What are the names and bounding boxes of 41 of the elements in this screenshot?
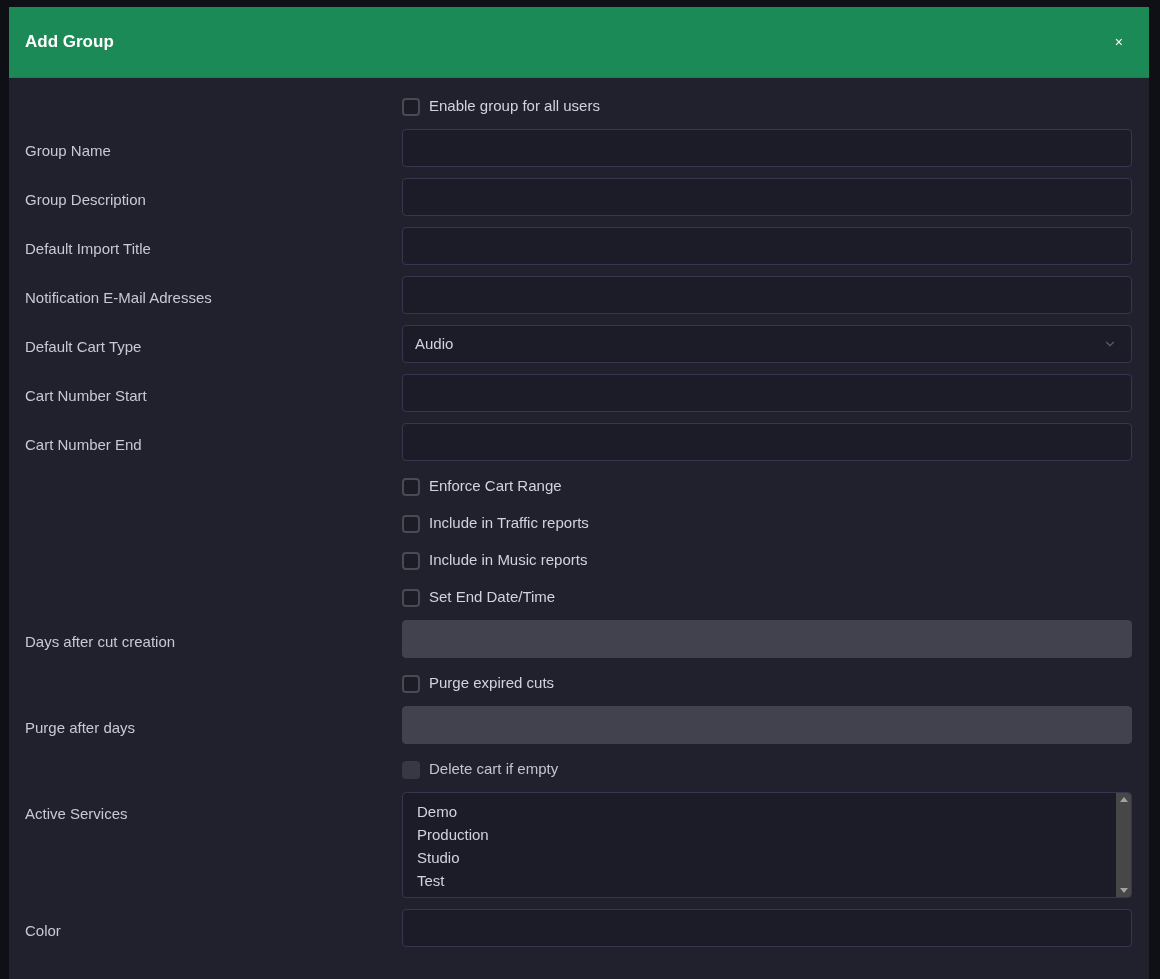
checkbox-option[interactable]: Purge expired cuts	[402, 665, 555, 702]
checkbox-option[interactable]: Set End Date/Time	[402, 579, 556, 616]
checkbox-option[interactable]: Include in Traffic reports	[402, 505, 589, 542]
text-field[interactable]	[402, 227, 1132, 265]
text-field[interactable]	[402, 423, 1132, 461]
text-field[interactable]	[402, 129, 1132, 167]
close-button[interactable]: ×	[1114, 31, 1123, 53]
checkbox[interactable]	[402, 588, 420, 607]
field-label: Default Import Title	[25, 240, 151, 257]
listbox-option[interactable]: Test	[417, 869, 1116, 892]
field-label: Group Description	[25, 191, 146, 208]
field-label: Default Cart Type	[25, 338, 142, 355]
field-label: Cart Number End	[25, 436, 142, 453]
listbox-option[interactable]: Studio	[417, 846, 1116, 869]
text-field[interactable]	[402, 276, 1132, 314]
checkbox-option[interactable]: Enforce Cart Range	[402, 468, 562, 505]
scroll-up-icon[interactable]	[1119, 797, 1128, 802]
select-field[interactable]: Audio	[402, 325, 1132, 363]
field-label: Days after cut creation	[25, 633, 176, 650]
field-label: Color	[25, 922, 61, 939]
listbox[interactable]: Demo Production Studio Test	[402, 792, 1132, 898]
field-label: Cart Number Start	[25, 387, 147, 404]
checkbox-option[interactable]: Enable group for all users	[402, 88, 600, 125]
checkbox[interactable]	[402, 551, 420, 570]
field-label: Group Name	[25, 142, 111, 159]
checkbox[interactable]	[402, 97, 420, 116]
field-label: Notification E-Mail Adresses	[25, 289, 212, 306]
field-label: Active Services	[25, 805, 128, 822]
scroll-down-icon[interactable]	[1119, 888, 1128, 893]
listbox-option[interactable]: Production	[417, 823, 1116, 846]
listbox-option[interactable]: Demo	[417, 800, 1116, 823]
checkbox[interactable]	[402, 477, 420, 496]
checkbox[interactable]	[402, 674, 420, 693]
scrollbar[interactable]	[1116, 793, 1131, 897]
field-label: Purge after days	[25, 719, 136, 736]
checkbox-option[interactable]: Include in Music reports	[402, 542, 588, 579]
text-field[interactable]	[402, 374, 1132, 412]
checkbox[interactable]	[402, 514, 420, 533]
text-field[interactable]	[402, 909, 1132, 947]
dialog-title: Add Group	[25, 31, 114, 54]
text-field[interactable]	[402, 178, 1132, 216]
